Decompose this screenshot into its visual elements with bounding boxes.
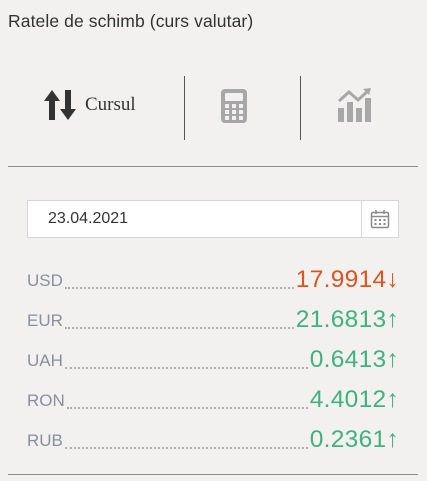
rate-row-uah: UAH 0.6413↑ bbox=[27, 335, 399, 375]
rates-list: USD 17.9914↓ EUR 21.6813↑ UAH 0.6413↑ RO… bbox=[27, 255, 399, 455]
dotted-leader bbox=[66, 407, 308, 409]
currency-code: RON bbox=[27, 391, 65, 410]
trend-up-icon: ↑ bbox=[386, 306, 399, 333]
calendar-icon bbox=[370, 210, 390, 229]
trend-up-icon: ↑ bbox=[386, 346, 399, 373]
tab-bar: Cursul bbox=[0, 74, 427, 142]
calculator-icon[interactable] bbox=[220, 88, 248, 124]
trend-up-icon: ↑ bbox=[386, 426, 399, 453]
rate-value: 0.2361↑ bbox=[309, 426, 399, 453]
currency-code: EUR bbox=[27, 311, 63, 330]
rate-row-eur: EUR 21.6813↑ bbox=[27, 295, 399, 335]
dotted-leader bbox=[64, 327, 294, 329]
up-down-arrows-icon bbox=[44, 90, 76, 120]
currency-code: USD bbox=[27, 271, 63, 290]
dotted-leader bbox=[64, 287, 294, 289]
rate-value: 4.4012↑ bbox=[309, 386, 399, 413]
date-input[interactable] bbox=[28, 201, 362, 237]
rate-value: 17.9914↓ bbox=[295, 266, 399, 293]
rate-row-rub: RUB 0.2361↑ bbox=[27, 415, 399, 455]
rate-row-ron: RON 4.4012↑ bbox=[27, 375, 399, 415]
dotted-leader bbox=[64, 447, 308, 449]
trend-down-icon: ↓ bbox=[386, 266, 399, 293]
date-picker bbox=[27, 200, 399, 238]
tab-rates[interactable]: Cursul bbox=[43, 86, 136, 124]
calendar-button[interactable] bbox=[361, 201, 398, 237]
tab-divider bbox=[300, 76, 301, 140]
bar-chart-icon[interactable] bbox=[336, 88, 372, 122]
tab-divider bbox=[184, 76, 185, 140]
divider bbox=[8, 166, 418, 167]
trend-up-icon: ↑ bbox=[386, 386, 399, 413]
currency-code: RUB bbox=[27, 431, 63, 450]
currency-code: UAH bbox=[27, 351, 63, 370]
divider bbox=[8, 474, 418, 475]
tab-rates-label: Cursul bbox=[85, 94, 136, 115]
rate-value: 0.6413↑ bbox=[309, 346, 399, 373]
page-title: Ratele de schimb (curs valutar) bbox=[8, 11, 254, 31]
rate-row-usd: USD 17.9914↓ bbox=[27, 255, 399, 295]
dotted-leader bbox=[64, 367, 308, 369]
rate-value: 21.6813↑ bbox=[295, 306, 399, 333]
